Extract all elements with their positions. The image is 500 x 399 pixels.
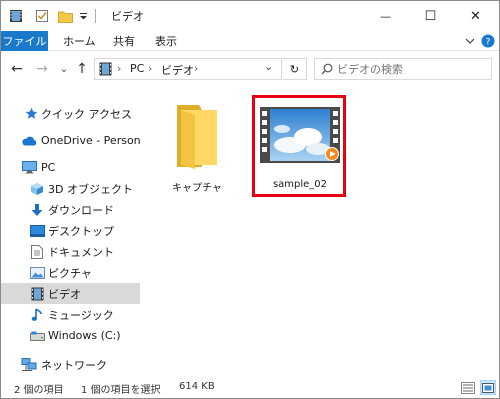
sidebar-item-label: クイック アクセス — [41, 107, 132, 121]
network-icon — [21, 357, 37, 373]
tab-share[interactable]: 共有 — [113, 31, 135, 51]
sidebar-item-pictures[interactable]: ピクチャ — [1, 262, 140, 283]
folder-item-capture[interactable]: キャプチャ — [151, 95, 243, 197]
svg-text:?: ? — [486, 38, 491, 48]
forward-button[interactable]: → — [34, 61, 50, 77]
desktop-icon — [29, 223, 45, 239]
computer-icon — [21, 160, 37, 176]
cloud-icon — [21, 133, 37, 149]
maximize-button[interactable]: ☐ — [408, 1, 453, 31]
sidebar-item-downloads[interactable]: ダウンロード — [1, 199, 140, 220]
title-separator — [95, 9, 96, 23]
folder-icon — [151, 95, 243, 175]
sidebar-item-desktop[interactable]: デスクトップ — [1, 220, 140, 241]
recent-locations-button[interactable]: ⌄ — [56, 61, 72, 77]
tab-home[interactable]: ホーム — [63, 31, 96, 51]
sidebar-item-onedrive[interactable]: OneDrive - Personal — [1, 130, 150, 151]
sidebar-item-videos[interactable]: ビデオ — [1, 283, 140, 304]
address-dropdown-button[interactable]: ⌄ — [264, 60, 273, 73]
search-box[interactable] — [314, 58, 492, 80]
sidebar-item-label: ドキュメント — [48, 245, 114, 259]
file-name: キャプチャ — [172, 183, 222, 194]
search-input[interactable] — [337, 61, 487, 77]
sidebar-item-label: ビデオ — [48, 287, 81, 301]
sidebar-item-quick-access[interactable]: クイック アクセス — [1, 103, 140, 124]
sidebar-item-pc[interactable]: PC — [1, 157, 140, 178]
back-button[interactable]: ← — [9, 61, 25, 77]
large-icons-view-icon[interactable] — [480, 380, 496, 395]
sidebar-item-label: ミュージック — [48, 308, 114, 322]
sidebar-item-label: Windows (C:) — [48, 329, 121, 342]
sidebar-item-music[interactable]: ミュージック — [1, 304, 140, 325]
ribbon-tabs: ファイル ホーム 共有 表示 ? — [1, 31, 499, 51]
status-size: 614 KB — [179, 381, 215, 392]
highlight-frame — [252, 95, 346, 197]
pictures-icon — [29, 265, 45, 281]
details-view-icon[interactable] — [460, 380, 476, 395]
ribbon-expand-icon[interactable] — [462, 33, 478, 49]
minimize-button[interactable]: — — [363, 1, 408, 31]
status-item-count: 2 個の項目 — [14, 385, 64, 396]
breadcrumb-separator[interactable]: › — [117, 62, 121, 75]
status-bar: 2 個の項目 1 個の項目を選択 614 KB — [1, 377, 499, 398]
dropdown-arrow-icon[interactable] — [75, 8, 91, 24]
sidebar-item-label: ダウンロード — [48, 203, 114, 217]
breadcrumb-video[interactable]: ビデオ — [161, 62, 194, 78]
tab-view[interactable]: 表示 — [155, 31, 177, 51]
breadcrumb-separator[interactable]: › — [194, 62, 198, 75]
sidebar-item-label: OneDrive - Personal — [41, 134, 151, 147]
sidebar-item-label: デスクトップ — [48, 224, 114, 238]
document-icon — [29, 244, 45, 260]
refresh-button[interactable]: ↻ — [283, 58, 307, 80]
sidebar-item-documents[interactable]: ドキュメント — [1, 241, 140, 262]
file-list: キャプチャ sample_02 — [141, 87, 499, 377]
film-icon[interactable] — [8, 8, 24, 24]
sidebar-item-windows-c[interactable]: Windows (C:) — [1, 325, 140, 346]
search-icon — [321, 63, 333, 78]
tab-file[interactable]: ファイル — [1, 31, 48, 51]
status-selection: 1 個の項目を選択 — [81, 385, 161, 396]
title-bar: ビデオ — ☐ ✕ — [1, 1, 499, 31]
breadcrumb-separator[interactable]: › — [148, 62, 152, 75]
video-icon — [29, 286, 45, 302]
sidebar-item-3d-objects[interactable]: 3D オブジェクト — [1, 178, 140, 199]
sidebar-item-label: 3D オブジェクト — [48, 182, 133, 196]
up-button[interactable]: ↑ — [74, 61, 90, 77]
help-icon[interactable]: ? — [480, 33, 496, 49]
navigation-pane: クイック アクセス OneDrive - Personal PC 3D オブジェ… — [1, 87, 150, 377]
star-icon — [23, 106, 39, 122]
sidebar-item-label: PC — [41, 161, 56, 174]
sidebar-item-network[interactable]: ネットワーク — [1, 354, 140, 375]
explorer-window: ビデオ — ☐ ✕ ファイル ホーム 共有 表示 ? ← → ⌄ ↑ › PC … — [0, 0, 500, 399]
drive-icon — [29, 328, 45, 344]
address-row: ← → ⌄ ↑ › PC › ビデオ › ⌄ ↻ — [1, 52, 499, 86]
address-bar[interactable]: › PC › ビデオ › ⌄ — [94, 58, 282, 80]
window-title: ビデオ — [111, 10, 144, 23]
download-arrow-icon — [29, 202, 45, 218]
new-folder-icon[interactable] — [57, 8, 73, 24]
breadcrumb-pc[interactable]: PC — [130, 62, 144, 75]
music-note-icon — [29, 307, 45, 323]
video-icon — [99, 62, 112, 79]
3d-objects-icon — [29, 181, 45, 197]
properties-checkbox-icon[interactable] — [34, 8, 50, 24]
sidebar-item-label: ネットワーク — [41, 358, 107, 372]
close-button[interactable]: ✕ — [453, 1, 498, 31]
sidebar-item-label: ピクチャ — [48, 266, 92, 280]
